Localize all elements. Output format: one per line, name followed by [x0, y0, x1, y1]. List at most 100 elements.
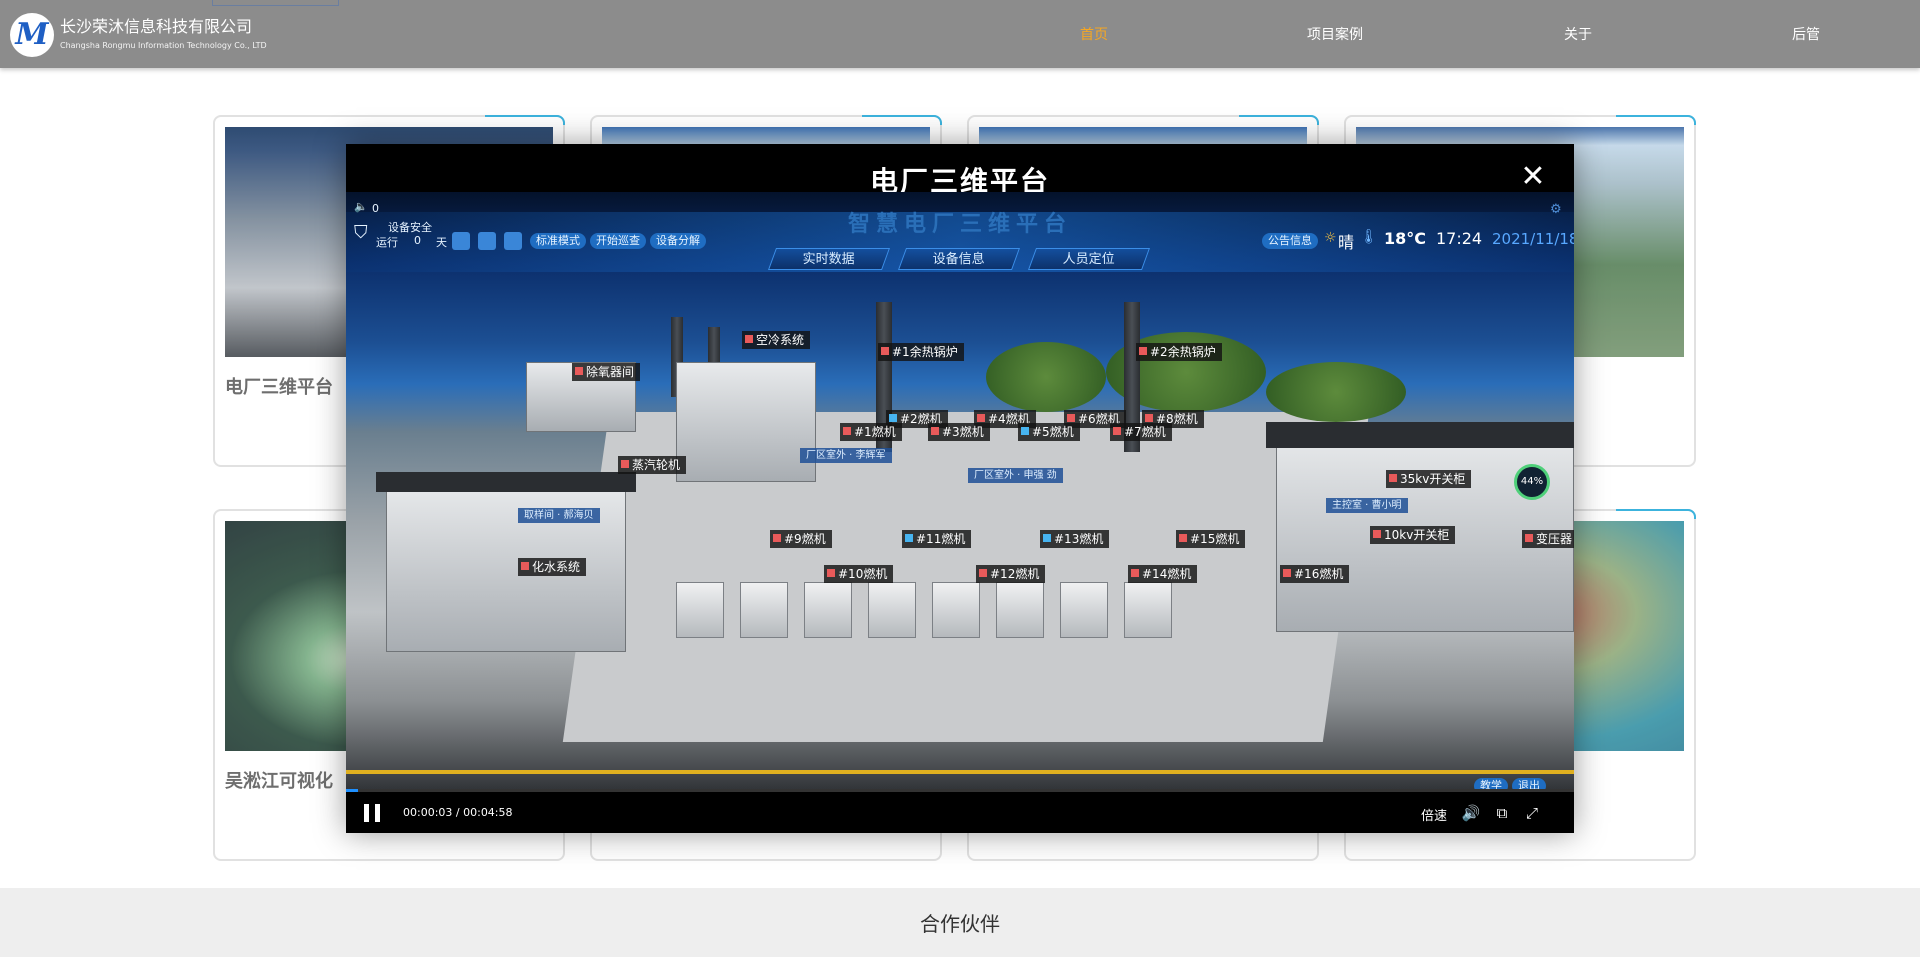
mode-standard-button[interactable]: 标准模式	[530, 233, 586, 249]
tab-indicator	[212, 0, 339, 6]
company-logo[interactable]: M	[10, 13, 54, 57]
turbine-unit	[676, 582, 724, 638]
turbine-unit	[1060, 582, 1108, 638]
tab-personnel-location[interactable]: 人员定位	[1027, 248, 1151, 270]
equipment-label[interactable]: #16燃机	[1280, 565, 1350, 583]
equipment-label[interactable]: #1燃机	[840, 423, 902, 441]
tree-cluster	[986, 342, 1106, 412]
temperature-text: 18°C	[1384, 229, 1427, 248]
equipment-label[interactable]: #11燃机	[902, 530, 972, 548]
day-unit: 天	[436, 236, 447, 249]
current-time: 00:00:03	[403, 806, 453, 819]
fullscreen-icon[interactable]: ⤢	[1522, 803, 1542, 823]
volume-value: 0	[372, 202, 379, 215]
run-days: 0	[414, 234, 421, 247]
weather-text: 晴	[1338, 233, 1355, 252]
tab-label: 设备信息	[932, 252, 985, 267]
personnel-area: 取样间	[524, 510, 554, 521]
personnel-area: 主控室	[1332, 500, 1362, 511]
equipment-label[interactable]: #9燃机	[770, 530, 832, 548]
layers-icon[interactable]	[504, 232, 522, 250]
turbine-unit	[868, 582, 916, 638]
personnel-area: 厂区室外	[806, 450, 846, 461]
personnel-name: 郝海贝	[563, 510, 594, 521]
gear-icon[interactable]: ⚙	[1550, 202, 1562, 217]
thermometer-icon: 🌡	[1360, 229, 1378, 245]
equipment-label[interactable]: #7燃机	[1110, 423, 1172, 441]
tab-label: 人员定位	[1062, 252, 1115, 267]
nav-cases[interactable]: 项目案例	[1307, 24, 1363, 44]
tree-cluster	[1266, 362, 1406, 422]
personnel-marker[interactable]: 取样间 · 郝海贝	[518, 508, 600, 523]
clock-text: 17:24	[1436, 229, 1483, 248]
personnel-name: 李辉军	[855, 450, 886, 461]
tab-realtime-data[interactable]: 实时数据	[767, 248, 891, 270]
equipment-label[interactable]: 35kv开关柜	[1386, 470, 1472, 488]
turbine-unit	[804, 582, 852, 638]
video-controls: 00:00:03 / 00:04:58 倍速 🔊 ⧉ ⤢	[346, 792, 1574, 833]
equipment-label[interactable]: 除氧器间	[572, 363, 641, 381]
equipment-label[interactable]: #14燃机	[1128, 565, 1198, 583]
partners-heading: 合作伙伴	[920, 912, 1000, 936]
company-name-cn: 长沙荣沐信息科技有限公司	[60, 17, 253, 36]
picture-in-picture-icon[interactable]: ⧉	[1492, 803, 1512, 823]
tab-label: 实时数据	[802, 252, 855, 267]
turbine-unit	[1124, 582, 1172, 638]
pause-icon[interactable]	[364, 804, 380, 822]
turbine-unit	[740, 582, 788, 638]
partners-section: 合作伙伴	[0, 888, 1920, 957]
volume-icon[interactable]: 🔊	[1461, 803, 1481, 823]
playback-speed-button[interactable]: 倍速	[1421, 805, 1447, 824]
equipment-label[interactable]: #10燃机	[824, 565, 894, 583]
top-header: M 长沙荣沐信息科技有限公司 Changsha Rongmu Informati…	[0, 0, 1920, 68]
building-roof	[376, 472, 636, 492]
equipment-breakdown-button[interactable]: 设备分解	[650, 233, 706, 249]
settings-icon[interactable]	[452, 232, 470, 250]
duration: 00:04:58	[463, 806, 513, 819]
equipment-label[interactable]: #5燃机	[1018, 423, 1080, 441]
company-name-en: Changsha Rongmu Information Technology C…	[60, 41, 267, 50]
building-roof	[1266, 422, 1574, 448]
equipment-label[interactable]: #12燃机	[976, 565, 1046, 583]
shield-icon: ⛉	[354, 222, 368, 243]
pause-bar	[364, 804, 369, 822]
nav-admin[interactable]: 后管	[1792, 24, 1820, 44]
video-player[interactable]: 智慧电厂三维平台 🔈 0 ⛉ 设备安全 运行 0 天 标准模式 开始巡查 设备分…	[346, 192, 1574, 792]
refresh-icon[interactable]	[478, 232, 496, 250]
close-icon[interactable]: ✕	[1520, 162, 1546, 192]
nav-about[interactable]: 关于	[1564, 24, 1592, 44]
personnel-name: 曹小明	[1371, 500, 1402, 511]
turbine-unit	[996, 582, 1044, 638]
equipment-label[interactable]: #13燃机	[1040, 530, 1110, 548]
progress-fill	[346, 789, 359, 792]
equipment-label[interactable]: 10kv开关柜	[1370, 526, 1456, 544]
equipment-label[interactable]: #1余热锅炉	[878, 343, 964, 361]
personnel-name: 申强 劲	[1023, 470, 1057, 481]
run-label: 运行	[376, 236, 398, 249]
equipment-label[interactable]: 空冷系统	[742, 331, 811, 349]
start-patrol-button[interactable]: 开始巡查	[590, 233, 646, 249]
sun-icon: ☼	[1324, 230, 1337, 246]
equipment-label[interactable]: 蒸汽轮机	[618, 456, 687, 474]
video-progress-bar[interactable]	[346, 789, 1574, 792]
building	[676, 362, 816, 482]
notice-button[interactable]: 公告信息	[1262, 233, 1318, 249]
pause-bar	[375, 804, 380, 822]
personnel-marker[interactable]: 厂区室外 · 李辉军	[800, 448, 892, 463]
time-display: 00:00:03 / 00:04:58	[403, 806, 513, 819]
load-gauge: 44%	[1514, 464, 1550, 500]
equipment-label[interactable]: 变压器	[1522, 530, 1574, 548]
nav-home[interactable]: 首页	[1080, 24, 1108, 44]
personnel-marker[interactable]: 主控室 · 曹小明	[1326, 498, 1408, 513]
equipment-label[interactable]: 化水系统	[518, 558, 587, 576]
equipment-label[interactable]: #3燃机	[928, 423, 990, 441]
personnel-area: 厂区室外	[974, 470, 1014, 481]
equipment-label[interactable]: #15燃机	[1176, 530, 1246, 548]
personnel-marker[interactable]: 厂区室外 · 申强 劲	[968, 468, 1063, 483]
company-name: 长沙荣沐信息科技有限公司 Changsha Rongmu Information…	[60, 16, 267, 52]
date-text: 2021/11/18	[1492, 230, 1574, 248]
tab-equipment-info[interactable]: 设备信息	[897, 248, 1021, 270]
turbine-unit	[932, 582, 980, 638]
equipment-label[interactable]: #2余热锅炉	[1136, 343, 1222, 361]
volume-icon: 🔈	[354, 200, 368, 213]
